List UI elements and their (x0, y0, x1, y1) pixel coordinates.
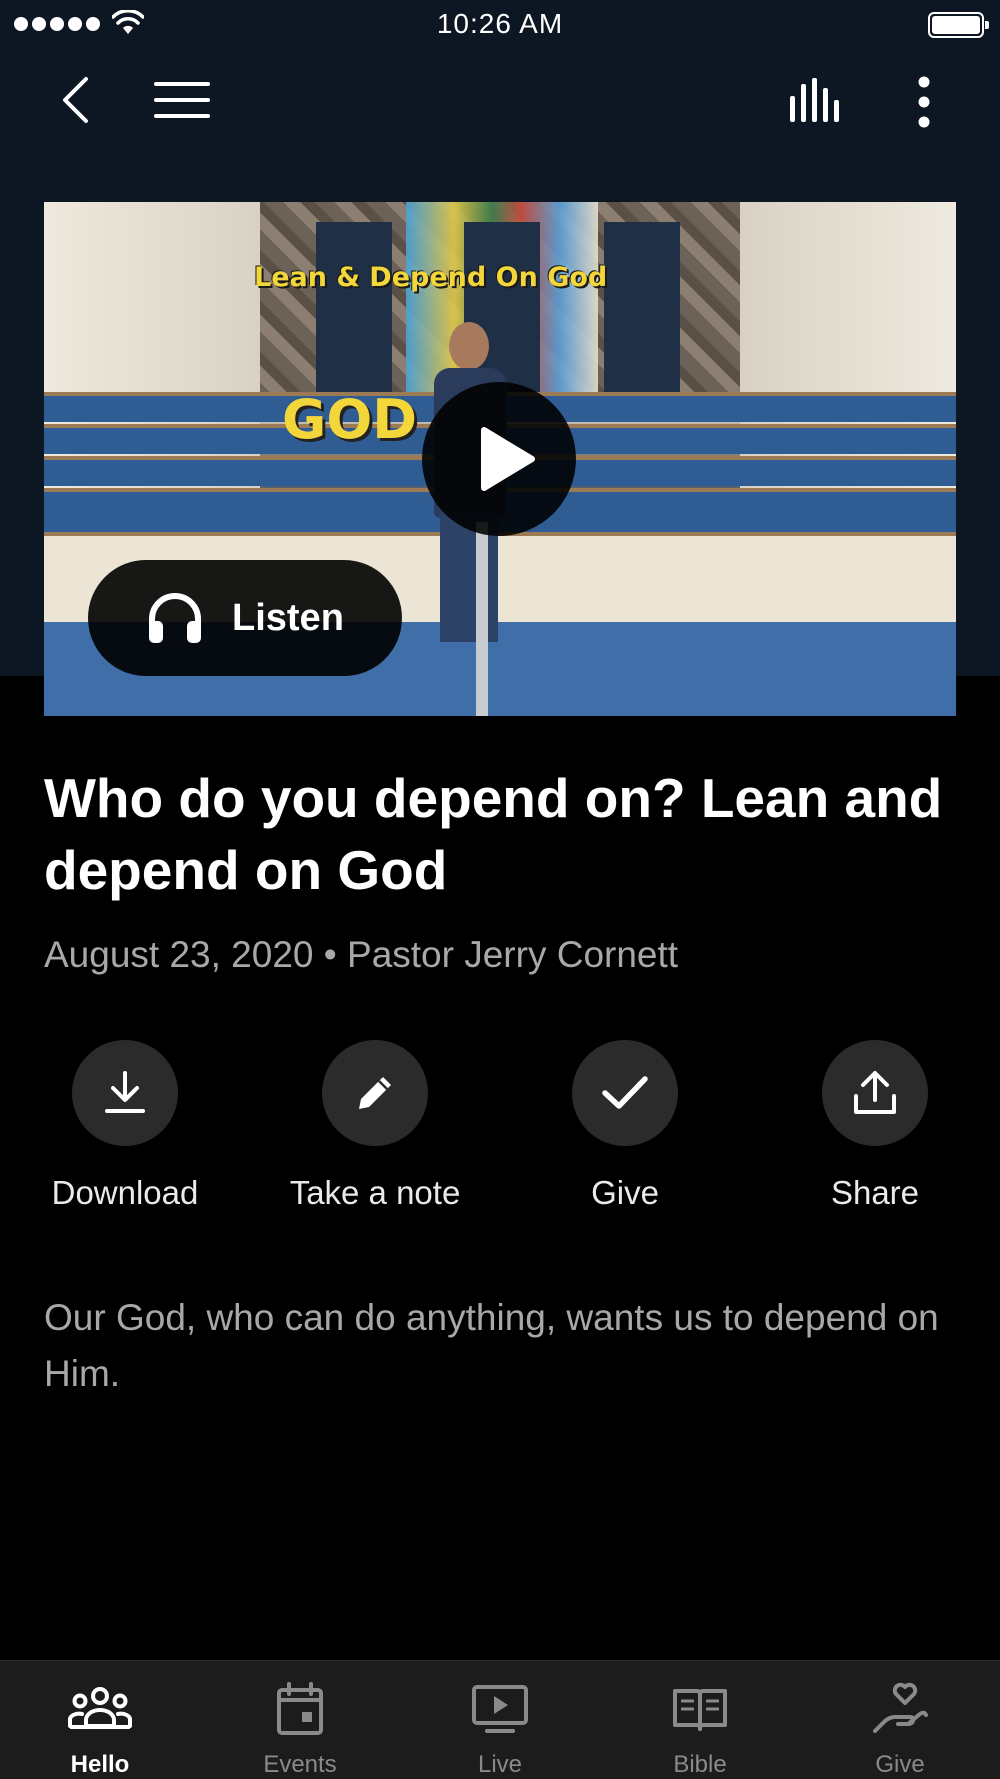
people-icon (0, 1679, 200, 1739)
tv-play-icon (400, 1679, 600, 1739)
take-a-note-label: Take a note (289, 1174, 461, 1211)
heart-hand-icon (800, 1679, 1000, 1739)
share-icon (854, 1071, 896, 1114)
headphones-icon (146, 589, 204, 647)
battery-icon (928, 12, 989, 38)
video-overlay-word: GOD (282, 388, 418, 451)
action-row: Download Take a note Give Share (0, 1040, 1000, 1220)
listen-button[interactable]: Listen (88, 560, 402, 676)
tab-give-label: Give (875, 1751, 925, 1778)
play-button[interactable] (422, 382, 576, 536)
status-bar: 10:26 AM (0, 0, 1000, 50)
checkmark-icon (602, 1076, 648, 1109)
sermon-description: Our God, who can do anything, wants us t… (44, 1297, 939, 1394)
menu-button[interactable] (150, 72, 214, 128)
calendar-icon (200, 1679, 400, 1739)
play-icon (481, 427, 535, 491)
tab-hello[interactable]: Hello (0, 1661, 200, 1779)
audio-button[interactable] (784, 72, 850, 128)
sermon-meta: August 23, 2020 • Pastor Jerry Cornett (44, 934, 679, 975)
tab-live-label: Live (477, 1751, 523, 1778)
open-book-icon (600, 1679, 800, 1739)
tab-bar: Hello Events Live Bible Give (0, 1660, 1000, 1779)
chevron-left-icon (63, 77, 88, 123)
give-button[interactable]: Give (525, 1040, 725, 1212)
tab-events[interactable]: Events (200, 1661, 400, 1779)
more-options-button[interactable] (904, 70, 944, 134)
back-button[interactable] (50, 70, 100, 130)
status-time: 10:26 AM (436, 8, 564, 39)
tab-bible[interactable]: Bible (600, 1661, 800, 1779)
sermon-title: Who do you depend on? Lean and depend on… (44, 767, 943, 901)
audio-bars-icon (790, 78, 839, 122)
video-player[interactable]: Lean & Depend On God GOD Listen (44, 202, 956, 716)
take-a-note-button[interactable]: Take a note (275, 1040, 475, 1212)
video-overlay-title: Lean & Depend On God (254, 262, 608, 293)
listen-label: Listen (232, 596, 344, 639)
tab-live[interactable]: Live (400, 1661, 600, 1779)
tab-give[interactable]: Give (800, 1661, 1000, 1779)
share-label: Share (830, 1174, 920, 1211)
download-label: Download (51, 1174, 199, 1211)
hamburger-menu-icon (154, 82, 210, 118)
more-vertical-icon (918, 76, 930, 128)
give-label: Give (591, 1174, 659, 1211)
download-button[interactable]: Download (25, 1040, 225, 1212)
tab-bible-label: Bible (673, 1751, 727, 1778)
pencil-icon (359, 1077, 391, 1109)
tab-hello-label: Hello (70, 1751, 130, 1778)
tab-events-label: Events (263, 1751, 337, 1778)
share-button[interactable]: Share (775, 1040, 975, 1212)
download-icon (105, 1071, 145, 1113)
